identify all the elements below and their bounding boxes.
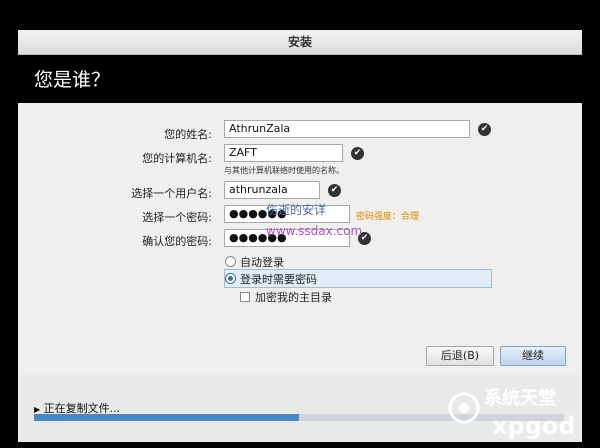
computer-name-input[interactable]: ZAFT: [224, 144, 343, 162]
logo-text: 系统天堂: [484, 387, 556, 409]
require-password-radio[interactable]: [225, 273, 236, 284]
computer-name-hint: 与其他计算机联络时使用的名称。: [224, 166, 344, 175]
name-input[interactable]: AthrunZala: [224, 120, 470, 138]
check-circle-icon: ✔: [478, 123, 491, 136]
progress-fill: [34, 414, 299, 421]
password-input[interactable]: ●●●●●●: [224, 205, 350, 223]
name-label: 您的姓名:: [164, 128, 212, 141]
computer-name-label: 您的计算机名:: [142, 152, 212, 165]
back-button[interactable]: 后退(B): [426, 346, 494, 366]
window-title: 安装: [18, 30, 582, 55]
encrypt-home-label[interactable]: 加密我的主目录: [255, 289, 332, 305]
password-strength: 密码强度：合理: [356, 212, 420, 222]
encrypt-home-checkbox[interactable]: [240, 292, 250, 302]
username-label: 选择一个用户名:: [131, 187, 212, 200]
site-logo: 系统天堂 xpgod: [446, 378, 596, 444]
check-circle-icon: ✔: [351, 147, 364, 160]
check-circle-icon: ✔: [358, 232, 371, 245]
auto-login-label[interactable]: 自动登录: [240, 254, 284, 270]
continue-button[interactable]: 继续: [500, 346, 566, 366]
confirm-password-input[interactable]: ●●●●●●: [224, 229, 350, 247]
page-title: 您是谁？: [34, 69, 111, 91]
page-header: 您是谁？: [18, 55, 582, 103]
username-input[interactable]: athrunzala: [224, 181, 320, 199]
auto-login-radio[interactable]: [225, 256, 236, 267]
require-password-label[interactable]: 登录时需要密码: [240, 271, 317, 287]
password-label: 选择一个密码:: [142, 211, 212, 224]
triangle-right-icon: ▶: [34, 405, 41, 414]
confirm-password-label: 确认您的密码:: [142, 235, 212, 248]
check-circle-icon: ✔: [328, 184, 341, 197]
logo-latin: xpgod: [492, 412, 576, 440]
logo-graphic: 系统天堂 xpgod: [448, 387, 576, 440]
